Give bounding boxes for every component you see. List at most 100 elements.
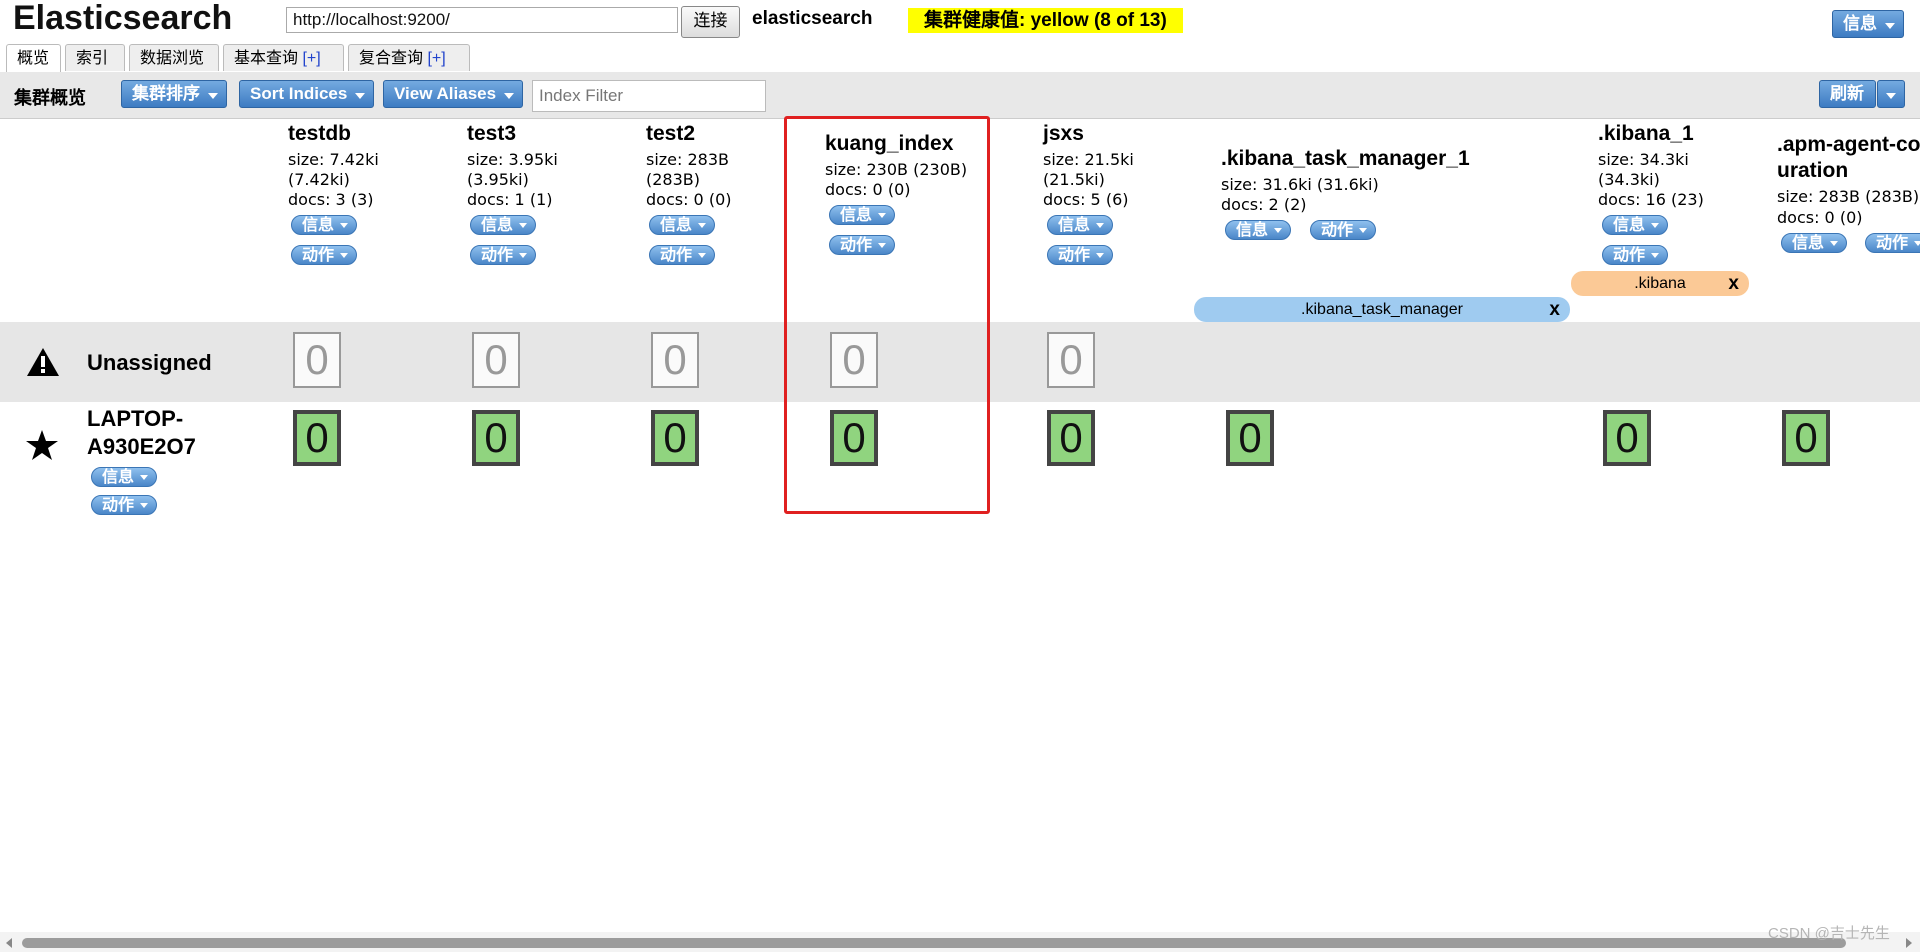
unassigned-label: Unassigned: [87, 350, 212, 375]
shard-unassigned[interactable]: 0: [472, 332, 520, 388]
index-action-button[interactable]: 动作: [1865, 233, 1920, 253]
chevron-down-icon: [355, 93, 366, 99]
chevron-down-icon: [1274, 228, 1283, 233]
shard-started[interactable]: 0: [293, 410, 341, 466]
chevron-down-icon: [208, 93, 218, 99]
index-info-button[interactable]: 信息: [291, 215, 358, 235]
view-aliases-button[interactable]: View Aliases: [383, 80, 524, 108]
index-name[interactable]: .kibana_1: [1598, 122, 1694, 146]
index-info-button[interactable]: 信息: [1047, 215, 1114, 235]
shard-unassigned[interactable]: 0: [293, 332, 341, 388]
index-action-button[interactable]: 动作: [1602, 245, 1669, 265]
chevron-down-icon: [1651, 253, 1660, 258]
app-logo: Elasticsearch: [13, 0, 233, 37]
shard-unassigned[interactable]: 0: [1047, 332, 1095, 388]
index-filter-input[interactable]: [532, 80, 766, 112]
index-name[interactable]: testdb: [288, 122, 351, 146]
star-icon: [26, 430, 58, 460]
index-action-button[interactable]: 动作: [1047, 245, 1114, 265]
index-size-primary: (3.95ki): [467, 170, 529, 189]
index-docs: docs: 3 (3): [288, 190, 374, 209]
node-name[interactable]: LAPTOP- A930E2O7: [87, 405, 196, 461]
warning-icon: [27, 348, 59, 376]
connection-url-input[interactable]: [286, 7, 678, 33]
index-action-button[interactable]: 动作: [649, 245, 716, 265]
index-name[interactable]: test3: [467, 122, 516, 146]
app-header: Elasticsearch 连接 elasticsearch 集群健康值: ye…: [0, 0, 1920, 73]
chevron-down-icon: [340, 253, 349, 258]
scrollbar-thumb[interactable]: [22, 938, 1846, 948]
chevron-down-icon: [1830, 241, 1839, 246]
chevron-down-icon: [140, 503, 149, 508]
refresh-button[interactable]: 刷新: [1819, 80, 1876, 108]
tab-indices[interactable]: 索引: [65, 44, 125, 71]
tab-browser[interactable]: 数据浏览: [129, 44, 219, 71]
close-icon[interactable]: x: [1728, 271, 1739, 296]
index-docs: docs: 5 (6): [1043, 190, 1129, 209]
scroll-left-arrow-icon[interactable]: [6, 938, 12, 948]
chevron-down-icon: [1096, 253, 1105, 258]
index-docs: docs: 0 (0): [646, 190, 732, 209]
scroll-right-arrow-icon[interactable]: [1906, 938, 1912, 948]
index-docs: docs: 16 (23): [1598, 190, 1704, 209]
tab-compound-query[interactable]: 复合查询 [+]: [348, 44, 470, 71]
cluster-health-badge: 集群健康值: yellow (8 of 13): [908, 8, 1183, 33]
cluster-name: elasticsearch: [752, 8, 873, 29]
chevron-down-icon: [698, 223, 707, 228]
tab-basic-query-plus[interactable]: [+]: [302, 50, 320, 67]
chevron-down-icon: [1885, 23, 1895, 29]
shard-started[interactable]: 0: [1782, 410, 1830, 466]
index-size: size: 7.42ki: [288, 150, 379, 169]
chevron-down-icon: [1914, 241, 1920, 246]
index-name[interactable]: jsxs: [1043, 122, 1084, 146]
shard-started[interactable]: 0: [1226, 410, 1274, 466]
connect-button[interactable]: 连接: [681, 6, 740, 38]
tab-overview[interactable]: 概览: [6, 44, 61, 73]
index-action-button[interactable]: 动作: [1310, 220, 1377, 240]
alias-name: .kibana: [1634, 275, 1686, 292]
index-size: size: 34.3ki: [1598, 150, 1689, 169]
index-action-button[interactable]: 动作: [470, 245, 537, 265]
node-info-button[interactable]: 信息: [91, 467, 158, 487]
index-info-button[interactable]: 信息: [470, 215, 537, 235]
shard-started[interactable]: 0: [472, 410, 520, 466]
alias-name: .kibana_task_manager: [1301, 301, 1463, 318]
tab-basic-query[interactable]: 基本查询 [+]: [223, 44, 344, 71]
refresh-dropdown-button[interactable]: [1877, 80, 1905, 108]
header-info-button[interactable]: 信息: [1832, 10, 1904, 38]
sort-cluster-button[interactable]: 集群排序: [121, 80, 227, 108]
chevron-down-icon: [519, 223, 528, 228]
index-info-button[interactable]: 信息: [1225, 220, 1292, 240]
shard-started[interactable]: 0: [1603, 410, 1651, 466]
sort-indices-button[interactable]: Sort Indices: [239, 80, 375, 108]
alias-kibana-task-manager[interactable]: .kibana_task_manager x: [1194, 297, 1570, 322]
chevron-down-icon: [140, 475, 149, 480]
index-size: size: 21.5ki: [1043, 150, 1134, 169]
watermark: CSDN @吉士先生: [1768, 925, 1890, 942]
index-info-button[interactable]: 信息: [1602, 215, 1669, 235]
chevron-down-icon: [340, 223, 349, 228]
tab-compound-query-plus[interactable]: [+]: [427, 50, 445, 67]
chevron-down-icon: [1651, 223, 1660, 228]
shard-started[interactable]: 0: [1047, 410, 1095, 466]
alias-kibana[interactable]: .kibana x: [1571, 271, 1749, 296]
index-docs: docs: 2 (2): [1221, 195, 1307, 214]
shard-unassigned[interactable]: 0: [651, 332, 699, 388]
index-name[interactable]: test2: [646, 122, 695, 146]
index-info-button[interactable]: 信息: [649, 215, 716, 235]
index-size-primary: (283B): [646, 170, 700, 189]
shard-started[interactable]: 0: [651, 410, 699, 466]
index-size-primary: (7.42ki): [288, 170, 350, 189]
index-name[interactable]: .kibana_task_manager_1: [1221, 147, 1470, 171]
horizontal-scrollbar[interactable]: [0, 932, 1920, 952]
chevron-down-icon: [1096, 223, 1105, 228]
index-size: size: 3.95ki: [467, 150, 558, 169]
index-info-button[interactable]: 信息: [1781, 233, 1848, 253]
index-name[interactable]: .apm-agent-configuration: [1777, 132, 1920, 184]
node-action-button[interactable]: 动作: [91, 495, 158, 515]
chevron-down-icon: [1886, 93, 1896, 99]
index-size-primary: (34.3ki): [1598, 170, 1660, 189]
index-action-button[interactable]: 动作: [291, 245, 358, 265]
chevron-down-icon: [698, 253, 707, 258]
close-icon[interactable]: x: [1549, 297, 1560, 322]
